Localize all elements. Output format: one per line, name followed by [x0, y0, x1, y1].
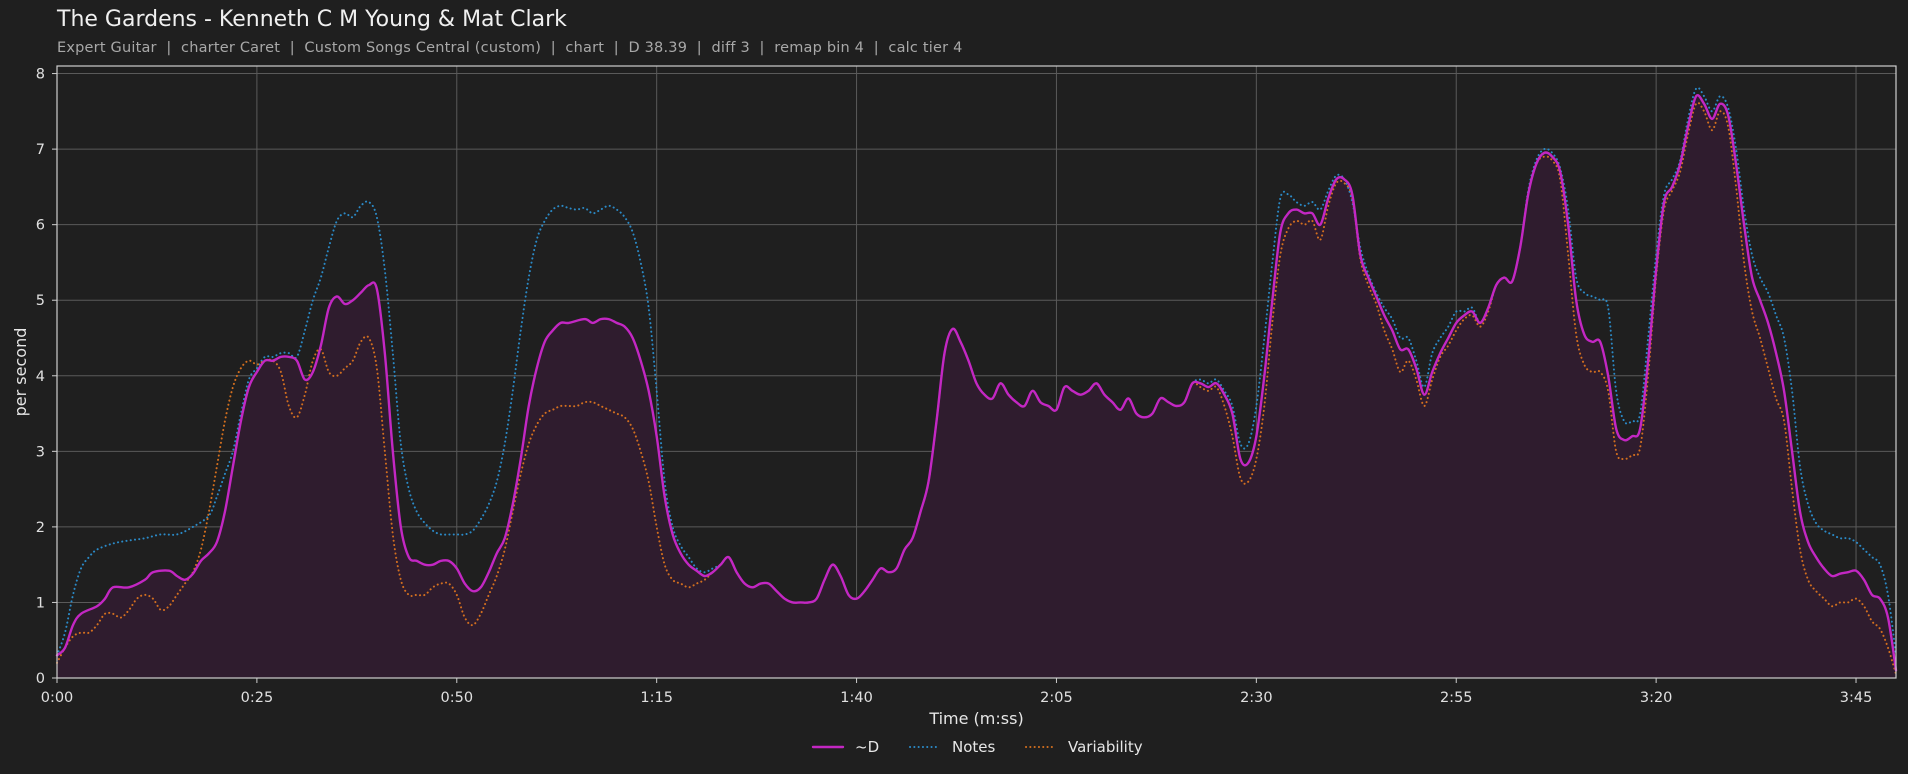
y-tick-label: 2 — [36, 520, 45, 536]
x-tick-label: 2:30 — [1240, 690, 1273, 706]
y-tick-label: 3 — [36, 444, 45, 460]
x-tick-label: 2:55 — [1440, 690, 1473, 706]
y-tick-label: 6 — [36, 218, 45, 234]
x-tick-label: 0:00 — [41, 690, 74, 706]
y-tick-label: 4 — [36, 369, 45, 385]
legend-label-variability: Variability — [1068, 738, 1143, 756]
legend-label-d: ~D — [855, 738, 879, 756]
y-tick-label: 1 — [36, 595, 45, 611]
legend: ~D Notes Variability — [811, 738, 1143, 756]
x-tick-label: 1:40 — [840, 690, 873, 706]
area-fill — [57, 95, 1896, 678]
line-chart: 0:00 0:25 0:50 1:15 1:40 2:05 2:30 2:55 3:20 3:45… — [11, 65, 1898, 756]
x-axis-label: Time (m:ss) — [928, 709, 1023, 728]
y-axis-label: per second — [11, 328, 30, 417]
y-tick-label: 8 — [36, 67, 45, 83]
y-tick-label: 0 — [36, 671, 45, 687]
y-tick-label: 7 — [36, 142, 45, 158]
legend-label-notes: Notes — [952, 738, 996, 756]
x-tick-label: 1:15 — [640, 690, 673, 706]
x-tick-label: 0:25 — [241, 690, 274, 706]
x-tick-label: 2:05 — [1040, 690, 1073, 706]
x-tick-label: 3:20 — [1640, 690, 1673, 706]
x-tick-label: 0:50 — [441, 690, 474, 706]
y-tick-label: 5 — [36, 293, 45, 309]
series-area-d — [57, 95, 1896, 678]
x-tick-label: 3:45 — [1840, 690, 1873, 706]
